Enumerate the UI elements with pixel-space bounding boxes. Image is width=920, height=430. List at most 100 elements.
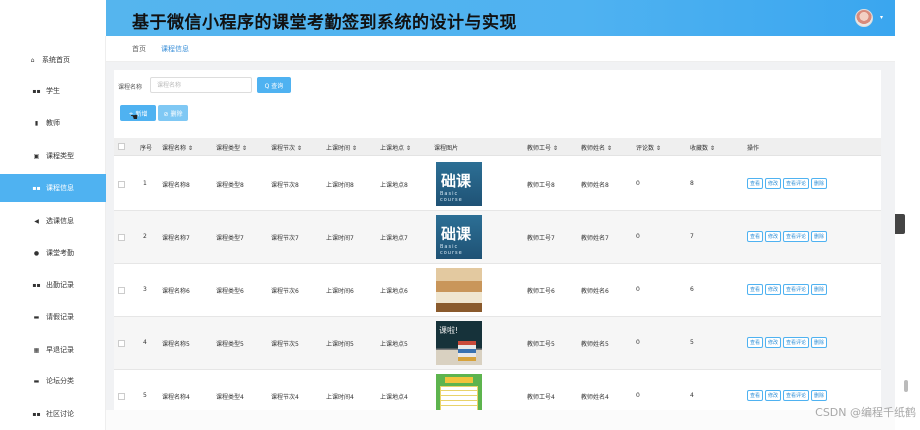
view-button[interactable]: 查看 <box>747 284 764 295</box>
edit-button[interactable]: 修改 <box>765 231 782 242</box>
table-icon: ▦ <box>33 346 40 354</box>
cell-index: 3 <box>143 286 147 293</box>
cell-time: 上课时间8 <box>326 182 354 189</box>
sidebar-item-label: 课程信息 <box>46 184 74 192</box>
course-image-text: 础课 <box>441 172 472 190</box>
course-name-search-input[interactable] <box>150 77 252 93</box>
course-image-subtext: Basic course <box>440 244 463 256</box>
sidebar-item-0[interactable]: ⌂ 系统首页 <box>0 46 106 74</box>
view-comments-button[interactable]: 查看评论 <box>783 178 810 189</box>
cell-index: 5 <box>143 392 147 399</box>
view-comments-button[interactable]: 查看评论 <box>783 337 810 348</box>
column-header[interactable]: 收藏数 ⇕ <box>690 143 715 152</box>
sidebar-item-label: 教师 <box>46 119 60 127</box>
cell-type: 课程类型5 <box>216 341 244 348</box>
collapse-handle[interactable] <box>895 214 905 234</box>
view-button[interactable]: 查看 <box>747 337 764 348</box>
watermark: CSDN @编程千纸鹤 <box>815 406 916 419</box>
sidebar-item-label: 课程类型 <box>46 152 74 160</box>
cell-favorites: 4 <box>690 392 694 399</box>
cell-comments: 0 <box>636 286 640 293</box>
query-button[interactable]: Q 查询 <box>257 77 291 93</box>
scrollbar[interactable] <box>904 380 908 392</box>
sidebar-item-9[interactable]: ▦ 早退记录 <box>0 336 106 364</box>
cell-section: 课程节次4 <box>271 394 299 401</box>
row-checkbox[interactable] <box>118 393 125 400</box>
cell-type: 课程类型8 <box>216 182 244 189</box>
chevron-down-icon[interactable]: ▾ <box>880 14 883 21</box>
row-actions: 查看 修改 查看评论 删除 <box>747 390 828 401</box>
column-header[interactable]: 上课时间 ⇕ <box>326 143 357 152</box>
avatar[interactable] <box>855 9 873 27</box>
breadcrumb: 首页 课程信息 <box>106 36 895 62</box>
chart-icon: ▮ <box>34 119 39 127</box>
view-comments-button[interactable]: 查看评论 <box>783 284 810 295</box>
hand-cursor-icon: ☚ <box>130 113 139 123</box>
row-actions: 查看 修改 查看评论 删除 <box>747 284 828 295</box>
view-button[interactable]: 查看 <box>747 231 764 242</box>
cell-place: 上课地点6 <box>380 288 408 295</box>
view-button[interactable]: 查看 <box>747 178 764 189</box>
column-header[interactable]: 教师姓名 ⇕ <box>581 143 612 152</box>
column-header[interactable]: 上课地点 ⇕ <box>380 143 411 152</box>
cell-favorites: 6 <box>690 286 694 293</box>
cell-time: 上课时间5 <box>326 341 354 348</box>
cell-place: 上课地点5 <box>380 341 408 348</box>
delete-row-button[interactable]: 删除 <box>811 337 828 348</box>
column-header[interactable]: 课程名称 ⇕ <box>162 143 193 152</box>
cell-favorites: 7 <box>690 233 694 240</box>
table-row: 3 课程名称6 课程类型6 课程节次6 上课时间6 上课地点6 教师工号6 教师姓名6 0 6 查看… <box>114 264 881 317</box>
column-header: 操作 <box>747 145 760 152</box>
sidebar-item-10[interactable]: ▬ 论坛分类 <box>0 367 106 395</box>
delete-button[interactable]: ⊘ 删除 <box>158 105 188 121</box>
edit-button[interactable]: 修改 <box>765 284 782 295</box>
row-checkbox[interactable] <box>118 181 125 188</box>
course-image: 础课 Basic course <box>436 215 482 259</box>
app-header: 基于微信小程序的课堂考勤签到系统的设计与实现 ▾ <box>106 0 895 36</box>
edit-button[interactable]: 修改 <box>765 390 782 401</box>
sidebar-item-6[interactable]: ● 课堂考勤 <box>0 239 106 267</box>
table-row: 4 课程名称5 课程类型5 课程节次5 上课时间5 上课地点5 教师工号5 教师姓名5 0 5 课啦… <box>114 317 881 370</box>
sidebar-item-3[interactable]: ▣ 课程类型 <box>0 142 106 170</box>
cell-section: 课程节次8 <box>271 182 299 189</box>
cell-favorites: 5 <box>690 339 694 346</box>
row-checkbox[interactable] <box>118 340 125 347</box>
delete-row-button[interactable]: 删除 <box>811 284 828 295</box>
sidebar-item-2[interactable]: ▮ 教师 <box>0 109 106 137</box>
sidebar-item-4[interactable]: ▪▪ 课程信息 <box>0 174 106 202</box>
edit-button[interactable]: 修改 <box>765 178 782 189</box>
column-header[interactable]: 评论数 ⇕ <box>636 143 661 152</box>
sidebar-item-11[interactable]: ▪▪ 社区讨论 <box>0 400 106 428</box>
view-comments-button[interactable]: 查看评论 <box>783 390 810 401</box>
delete-row-button[interactable]: 删除 <box>811 231 828 242</box>
column-header[interactable]: 课程节次 ⇕ <box>271 143 302 152</box>
sidebar-item-5[interactable]: ◀ 选课信息 <box>0 207 106 235</box>
view-button[interactable]: 查看 <box>747 390 764 401</box>
sidebar-item-8[interactable]: ▬ 请假记录 <box>0 303 106 331</box>
row-checkbox[interactable] <box>118 287 125 294</box>
comment-icon: ▬ <box>33 377 40 385</box>
column-header[interactable]: 教师工号 ⇕ <box>527 143 558 152</box>
select-all-checkbox[interactable] <box>118 143 125 150</box>
edit-button[interactable]: 修改 <box>765 337 782 348</box>
cell-comments: 0 <box>636 233 640 240</box>
send-icon: ◀ <box>34 217 39 225</box>
sidebar-item-label: 早退记录 <box>46 346 74 354</box>
delete-row-button[interactable]: 删除 <box>811 178 828 189</box>
column-header: 课程图片 <box>434 145 459 152</box>
row-checkbox[interactable] <box>118 234 125 241</box>
column-header[interactable]: 课程类型 ⇕ <box>216 143 247 152</box>
cell-teacher-no: 教师工号4 <box>527 394 555 401</box>
course-image-subtext: Basic course <box>440 191 463 203</box>
sidebar-item-7[interactable]: ▪▪ 出勤记录 <box>0 271 106 299</box>
sidebar-item-label: 课堂考勤 <box>46 249 74 257</box>
sidebar-item-label: 论坛分类 <box>46 377 74 385</box>
row-actions: 查看 修改 查看评论 删除 <box>747 337 828 348</box>
view-comments-button[interactable]: 查看评论 <box>783 231 810 242</box>
sidebar-item-1[interactable]: ▪▪ 学生 <box>0 77 106 105</box>
schedule-header <box>445 377 473 383</box>
breadcrumb-home-link[interactable]: 首页 <box>132 44 146 54</box>
delete-row-button[interactable]: 删除 <box>811 390 828 401</box>
cell-teacher-no: 教师工号6 <box>527 288 555 295</box>
breadcrumb-current: 课程信息 <box>161 45 189 53</box>
